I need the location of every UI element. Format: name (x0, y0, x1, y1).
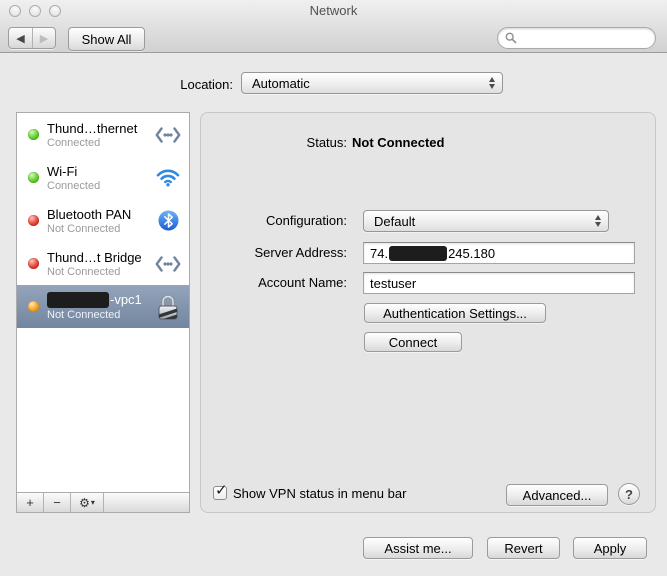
add-interface-button[interactable]: + (17, 493, 44, 512)
status-dot-idle (28, 301, 39, 312)
interface-status: Not Connected (47, 309, 152, 321)
configuration-label: Configuration: (201, 213, 347, 228)
status-label: Status: (201, 135, 347, 150)
forward-button[interactable]: ▶ (32, 28, 55, 48)
configuration-popup-value: Default (374, 214, 415, 229)
show-all-button[interactable]: Show All (68, 27, 145, 51)
checkmark-icon: ✓ (215, 481, 228, 499)
sidebar-item-thunderbolt-ethernet[interactable]: Thund…thernet Connected (17, 113, 189, 156)
network-preferences-window: Network ◀ ▶ Show All Location: Automatic… (0, 0, 667, 576)
nav-history-control: ◀ ▶ (8, 27, 56, 49)
authentication-settings-button[interactable]: Authentication Settings... (364, 303, 546, 323)
revert-button[interactable]: Revert (487, 537, 560, 559)
configuration-popup[interactable]: Default (363, 210, 609, 232)
redacted-text (47, 292, 109, 308)
interface-status: Not Connected (47, 223, 152, 235)
status-dot-connected (28, 129, 39, 140)
show-vpn-status-label: Show VPN status in menu bar (233, 484, 406, 501)
search-icon (505, 32, 517, 44)
status-dot-not-connected (28, 215, 39, 226)
bluetooth-icon (152, 210, 184, 231)
interface-status: Connected (47, 180, 152, 192)
server-address-label: Server Address: (201, 245, 347, 260)
help-button[interactable]: ? (618, 483, 640, 505)
status-value: Not Connected (352, 135, 444, 150)
gear-icon: ⚙ (79, 496, 90, 510)
interface-list-toolbar: + − ⚙▾ (16, 492, 190, 513)
ethernet-icon (152, 127, 184, 143)
sidebar-item-thunderbolt-bridge[interactable]: Thund…t Bridge Not Connected (17, 242, 189, 285)
show-vpn-status-checkbox[interactable]: ✓ (213, 486, 227, 500)
chevron-down-icon: ▾ (91, 498, 95, 507)
redacted-text (389, 246, 447, 261)
assist-me-button[interactable]: Assist me... (363, 537, 473, 559)
interface-name: -vpc1 (47, 292, 152, 308)
interface-name: Wi-Fi (47, 164, 152, 179)
search-field[interactable] (497, 27, 656, 49)
action-menu-button[interactable]: ⚙▾ (71, 493, 104, 512)
server-address-suffix: 245.180 (448, 246, 495, 261)
location-popup[interactable]: Automatic (241, 72, 503, 94)
interface-status: Not Connected (47, 266, 152, 278)
interfaces-list: Thund…thernet Connected Wi-Fi Connected (16, 112, 190, 493)
location-popup-value: Automatic (252, 76, 310, 91)
show-vpn-status-row: ✓ Show VPN status in menu bar (213, 484, 406, 501)
window-title: Network (0, 3, 667, 18)
sidebar-item-vpn-selected[interactable]: -vpc1 Not Connected (17, 285, 189, 328)
interface-name: Bluetooth PAN (47, 207, 152, 222)
popup-stepper-icon (489, 77, 497, 89)
sidebar-item-bluetooth-pan[interactable]: Bluetooth PAN Not Connected (17, 199, 189, 242)
interface-name: Thund…t Bridge (47, 250, 152, 265)
account-name-field[interactable] (363, 272, 635, 294)
sidebar-item-wifi[interactable]: Wi-Fi Connected (17, 156, 189, 199)
search-input[interactable] (517, 31, 655, 45)
status-dot-not-connected (28, 258, 39, 269)
vpn-settings-panel: Status: Not Connected Configuration: Def… (200, 112, 656, 513)
apply-button[interactable]: Apply (573, 537, 647, 559)
server-address-prefix: 74. (370, 246, 388, 261)
advanced-button[interactable]: Advanced... (506, 484, 608, 506)
status-dot-connected (28, 172, 39, 183)
account-name-label: Account Name: (201, 275, 347, 290)
ethernet-icon (152, 256, 184, 272)
back-button[interactable]: ◀ (9, 28, 32, 48)
vpn-lock-icon (152, 293, 184, 321)
interface-status: Connected (47, 137, 152, 149)
title-bar: Network ◀ ▶ Show All (0, 0, 667, 53)
connect-button[interactable]: Connect (364, 332, 462, 352)
wifi-icon (152, 169, 184, 187)
remove-interface-button[interactable]: − (44, 493, 71, 512)
interface-name: Thund…thernet (47, 121, 152, 136)
server-address-field[interactable]: 74. 245.180 (363, 242, 635, 264)
location-label: Location: (0, 77, 233, 92)
popup-stepper-icon (595, 215, 603, 227)
